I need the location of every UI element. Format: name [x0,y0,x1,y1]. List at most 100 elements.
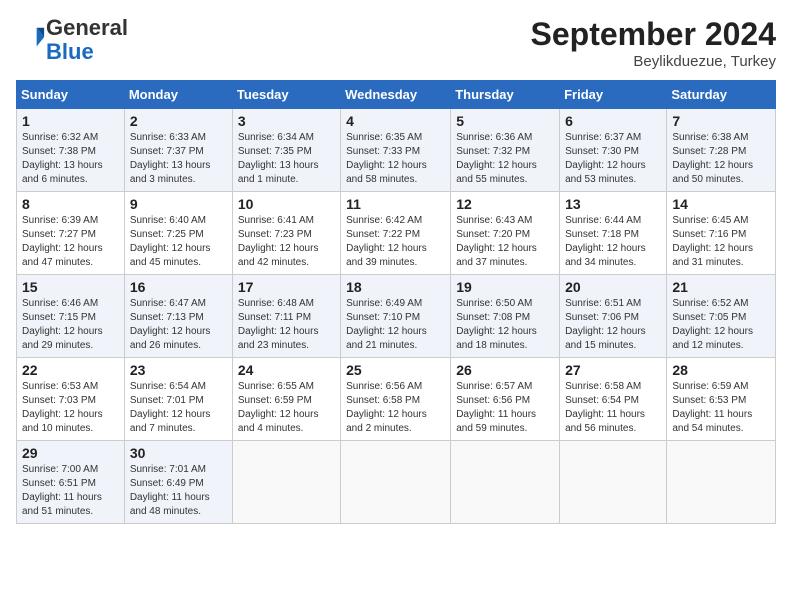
day-number: 21 [672,279,770,295]
day-header-saturday: Saturday [667,81,776,109]
calendar-cell [232,441,340,524]
day-header-thursday: Thursday [451,81,560,109]
day-info: Sunrise: 6:33 AMSunset: 7:37 PMDaylight:… [130,131,227,187]
day-info: Sunrise: 6:58 AMSunset: 6:54 PMDaylight:… [565,380,661,436]
day-number: 8 [22,196,119,212]
calendar-cell: 16 Sunrise: 6:47 AMSunset: 7:13 PMDayligh… [124,275,232,358]
calendar-cell: 14Sunrise: 6:45 AMSunset: 7:16 PMDayligh… [667,192,776,275]
calendar-cell: 23Sunrise: 6:54 AMSunset: 7:01 PMDayligh… [124,358,232,441]
week-row-4: 22 Sunrise: 6:53 AMSunset: 7:03 PMDayligh… [17,358,776,441]
day-info: Sunrise: 6:42 AMSunset: 7:22 PMDaylight:… [346,214,445,270]
day-info: Sunrise: 6:53 AMSunset: 7:03 PMDaylight:… [22,380,119,436]
day-number: 4 [346,113,445,129]
calendar-cell [667,441,776,524]
calendar-cell [560,441,667,524]
week-row-2: 8 Sunrise: 6:39 AMSunset: 7:27 PMDaylight… [17,192,776,275]
day-info: Sunrise: 6:39 AMSunset: 7:27 PMDaylight:… [22,214,119,270]
calendar-cell: 12 Sunrise: 6:43 AMSunset: 7:20 PMDayligh… [451,192,560,275]
day-info: Sunrise: 6:45 AMSunset: 7:16 PMDaylight:… [672,214,770,270]
day-info: Sunrise: 6:32 AMSunset: 7:38 PMDaylight:… [22,131,119,187]
day-number: 18 [346,279,445,295]
day-info: Sunrise: 6:59 AMSunset: 6:53 PMDaylight:… [672,380,770,436]
day-header-monday: Monday [124,81,232,109]
day-number: 22 [22,362,119,378]
day-info: Sunrise: 6:51 AMSunset: 7:06 PMDaylight:… [565,297,661,353]
day-number: 20 [565,279,661,295]
day-number: 30 [130,445,227,461]
day-info: Sunrise: 6:49 AMSunset: 7:10 PMDaylight:… [346,297,445,353]
days-header-row: SundayMondayTuesdayWednesdayThursdayFrid… [17,81,776,109]
calendar-cell: 27 Sunrise: 6:58 AMSunset: 6:54 PMDayligh… [560,358,667,441]
day-info: Sunrise: 6:54 AMSunset: 7:01 PMDaylight:… [130,380,227,436]
calendar-cell: 3 Sunrise: 6:34 AMSunset: 7:35 PMDaylight… [232,109,340,192]
day-number: 28 [672,362,770,378]
day-info: Sunrise: 6:43 AMSunset: 7:20 PMDaylight:… [456,214,554,270]
day-number: 11 [346,196,445,212]
day-info: Sunrise: 6:48 AMSunset: 7:11 PMDaylight:… [238,297,335,353]
calendar-cell: 4 Sunrise: 6:35 AMSunset: 7:33 PMDaylight… [341,109,451,192]
calendar-cell [451,441,560,524]
day-info: Sunrise: 6:34 AMSunset: 7:35 PMDaylight:… [238,131,335,187]
calendar-cell: 8 Sunrise: 6:39 AMSunset: 7:27 PMDaylight… [17,192,125,275]
week-row-1: 1Sunrise: 6:32 AMSunset: 7:38 PMDaylight… [17,109,776,192]
calendar-cell: 11 Sunrise: 6:42 AMSunset: 7:22 PMDayligh… [341,192,451,275]
month-title: September 2024 [531,16,776,53]
day-header-friday: Friday [560,81,667,109]
day-info: Sunrise: 6:57 AMSunset: 6:56 PMDaylight:… [456,380,554,436]
calendar-cell: 13 Sunrise: 6:44 AMSunset: 7:18 PMDayligh… [560,192,667,275]
logo-text: General Blue [46,16,128,64]
calendar-cell: 5 Sunrise: 6:36 AMSunset: 7:32 PMDaylight… [451,109,560,192]
day-number: 29 [22,445,119,461]
calendar-cell: 19Sunrise: 6:50 AMSunset: 7:08 PMDayligh… [451,275,560,358]
week-row-3: 15 Sunrise: 6:46 AMSunset: 7:15 PMDayligh… [17,275,776,358]
title-section: September 2024 Beylikduezue, Turkey [531,16,776,70]
day-info: Sunrise: 6:36 AMSunset: 7:32 PMDaylight:… [456,131,554,187]
day-info: Sunrise: 6:46 AMSunset: 7:15 PMDaylight:… [22,297,119,353]
day-number: 5 [456,113,554,129]
calendar-cell: 15 Sunrise: 6:46 AMSunset: 7:15 PMDayligh… [17,275,125,358]
day-number: 16 [130,279,227,295]
calendar-cell: 29Sunrise: 7:00 AMSunset: 6:51 PMDayligh… [17,441,125,524]
week-row-5: 29Sunrise: 7:00 AMSunset: 6:51 PMDayligh… [17,441,776,524]
day-number: 15 [22,279,119,295]
calendar-cell: 2 Sunrise: 6:33 AMSunset: 7:37 PMDaylight… [124,109,232,192]
day-number: 9 [130,196,227,212]
day-number: 25 [346,362,445,378]
day-info: Sunrise: 6:38 AMSunset: 7:28 PMDaylight:… [672,131,770,187]
day-info: Sunrise: 6:41 AMSunset: 7:23 PMDaylight:… [238,214,335,270]
day-header-tuesday: Tuesday [232,81,340,109]
calendar-cell [341,441,451,524]
day-number: 26 [456,362,554,378]
page-header: General Blue September 2024 Beylikduezue… [16,16,776,70]
calendar-cell: 17 Sunrise: 6:48 AMSunset: 7:11 PMDayligh… [232,275,340,358]
calendar-table: SundayMondayTuesdayWednesdayThursdayFrid… [16,80,776,524]
calendar-cell: 21 Sunrise: 6:52 AMSunset: 7:05 PMDayligh… [667,275,776,358]
calendar-cell: 26 Sunrise: 6:57 AMSunset: 6:56 PMDayligh… [451,358,560,441]
day-number: 12 [456,196,554,212]
day-number: 13 [565,196,661,212]
day-info: Sunrise: 6:44 AMSunset: 7:18 PMDaylight:… [565,214,661,270]
day-info: Sunrise: 6:47 AMSunset: 7:13 PMDaylight:… [130,297,227,353]
day-info: Sunrise: 6:35 AMSunset: 7:33 PMDaylight:… [346,131,445,187]
calendar-cell: 24 Sunrise: 6:55 AMSunset: 6:59 PMDayligh… [232,358,340,441]
day-number: 10 [238,196,335,212]
day-number: 17 [238,279,335,295]
logo: General Blue [16,16,128,64]
day-number: 24 [238,362,335,378]
day-number: 2 [130,113,227,129]
day-number: 3 [238,113,335,129]
day-info: Sunrise: 7:01 AMSunset: 6:49 PMDaylight:… [130,463,227,519]
day-header-sunday: Sunday [17,81,125,109]
calendar-cell: 28 Sunrise: 6:59 AMSunset: 6:53 PMDayligh… [667,358,776,441]
day-info: Sunrise: 6:56 AMSunset: 6:58 PMDaylight:… [346,380,445,436]
day-info: Sunrise: 6:55 AMSunset: 6:59 PMDaylight:… [238,380,335,436]
day-info: Sunrise: 6:52 AMSunset: 7:05 PMDaylight:… [672,297,770,353]
day-number: 27 [565,362,661,378]
calendar-cell: 18 Sunrise: 6:49 AMSunset: 7:10 PMDayligh… [341,275,451,358]
day-number: 7 [672,113,770,129]
calendar-cell: 7 Sunrise: 6:38 AMSunset: 7:28 PMDaylight… [667,109,776,192]
calendar-cell: 1Sunrise: 6:32 AMSunset: 7:38 PMDaylight… [17,109,125,192]
day-number: 6 [565,113,661,129]
calendar-cell: 25 Sunrise: 6:56 AMSunset: 6:58 PMDayligh… [341,358,451,441]
calendar-cell: 20 Sunrise: 6:51 AMSunset: 7:06 PMDayligh… [560,275,667,358]
